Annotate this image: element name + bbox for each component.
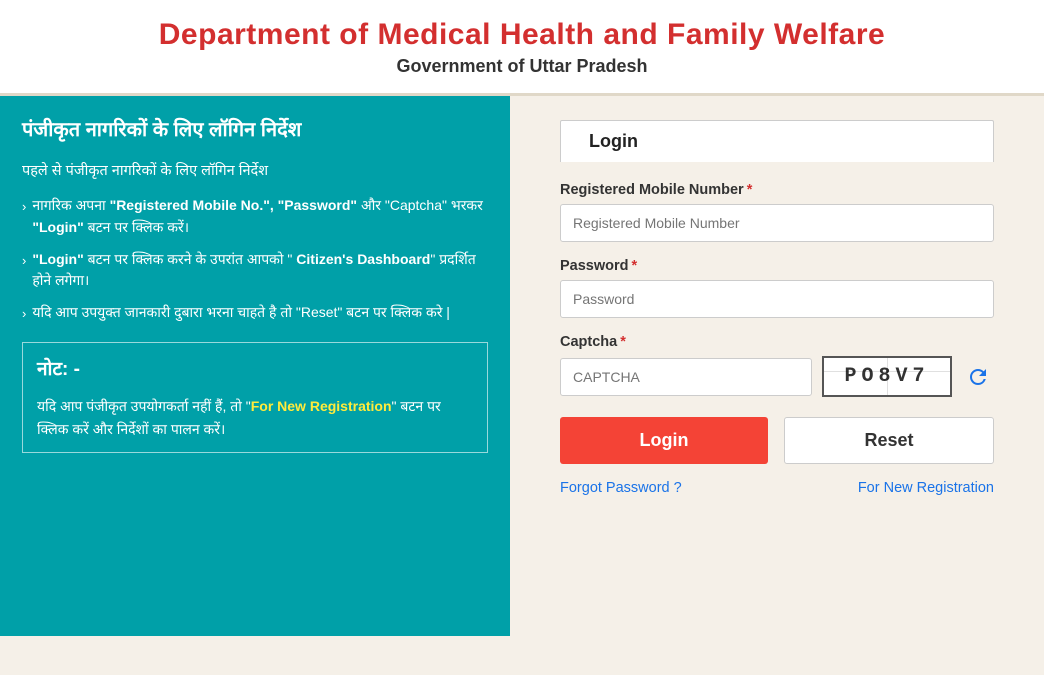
captcha-image: PO8V7: [822, 356, 952, 397]
captcha-form-group: Captcha* PO8V7: [560, 334, 994, 397]
captcha-row: PO8V7: [560, 356, 994, 397]
forgot-password-link[interactable]: Forgot Password ?: [560, 480, 682, 496]
right-panel: Login Registered Mobile Number* Password…: [510, 96, 1044, 636]
main-content: पंजीकृत नागरिकों के लिए लॉगिन निर्देश पह…: [0, 96, 1044, 636]
captcha-input[interactable]: [560, 358, 812, 396]
captcha-refresh-button[interactable]: [962, 361, 994, 393]
note-highlight: For New Registration: [251, 398, 392, 414]
instruction-item-3: › यदि आप उपयुक्त जानकारी दुबारा भरना चाह…: [22, 302, 488, 324]
page-subtitle: Government of Uttar Pradesh: [20, 56, 1024, 77]
links-row: Forgot Password ? For New Registration: [560, 480, 994, 496]
instruction-item-1: › नागरिक अपना "Registered Mobile No.", "…: [22, 195, 488, 238]
chevron-icon-3: ›: [22, 304, 26, 324]
password-input[interactable]: [560, 280, 994, 318]
password-form-group: Password*: [560, 258, 994, 318]
captcha-text: PO8V7: [844, 365, 929, 388]
instruction-text-1: नागरिक अपना "Registered Mobile No.", "Pa…: [32, 195, 488, 238]
header: Department of Medical Health and Family …: [0, 0, 1044, 96]
login-tab[interactable]: Login: [560, 120, 994, 162]
instruction-intro: पहले से पंजीकृत नागरिकों के लिए लॉगिन नि…: [22, 160, 488, 183]
chevron-icon-2: ›: [22, 251, 26, 271]
left-panel: पंजीकृत नागरिकों के लिए लॉगिन निर्देश पह…: [0, 96, 510, 636]
button-row: Login Reset: [560, 417, 994, 464]
reset-button[interactable]: Reset: [784, 417, 994, 464]
mobile-label: Registered Mobile Number*: [560, 182, 994, 198]
mobile-form-group: Registered Mobile Number*: [560, 182, 994, 242]
form-container: Registered Mobile Number* Password* Capt…: [560, 162, 994, 496]
login-button[interactable]: Login: [560, 417, 768, 464]
new-registration-link[interactable]: For New Registration: [858, 480, 994, 496]
instruction-text-3: यदि आप उपयुक्त जानकारी दुबारा भरना चाहते…: [32, 302, 450, 324]
mobile-input[interactable]: [560, 204, 994, 242]
note-title: नोट: -: [37, 355, 473, 385]
captcha-label: Captcha*: [560, 334, 994, 350]
instruction-item-2: › "Login" बटन पर क्लिक करने के उपरांत आप…: [22, 249, 488, 292]
note-box: नोट: - यदि आप पंजीकृत उपयोगकर्ता नहीं है…: [22, 342, 488, 453]
note-content: यदि आप पंजीकृत उपयोगकर्ता नहीं हैं, तो "…: [37, 395, 473, 440]
password-label: Password*: [560, 258, 994, 274]
left-panel-heading: पंजीकृत नागरिकों के लिए लॉगिन निर्देश: [22, 116, 488, 144]
page-title: Department of Medical Health and Family …: [20, 18, 1024, 52]
instruction-text-2: "Login" बटन पर क्लिक करने के उपरांत आपको…: [32, 249, 488, 292]
chevron-icon-1: ›: [22, 197, 26, 217]
